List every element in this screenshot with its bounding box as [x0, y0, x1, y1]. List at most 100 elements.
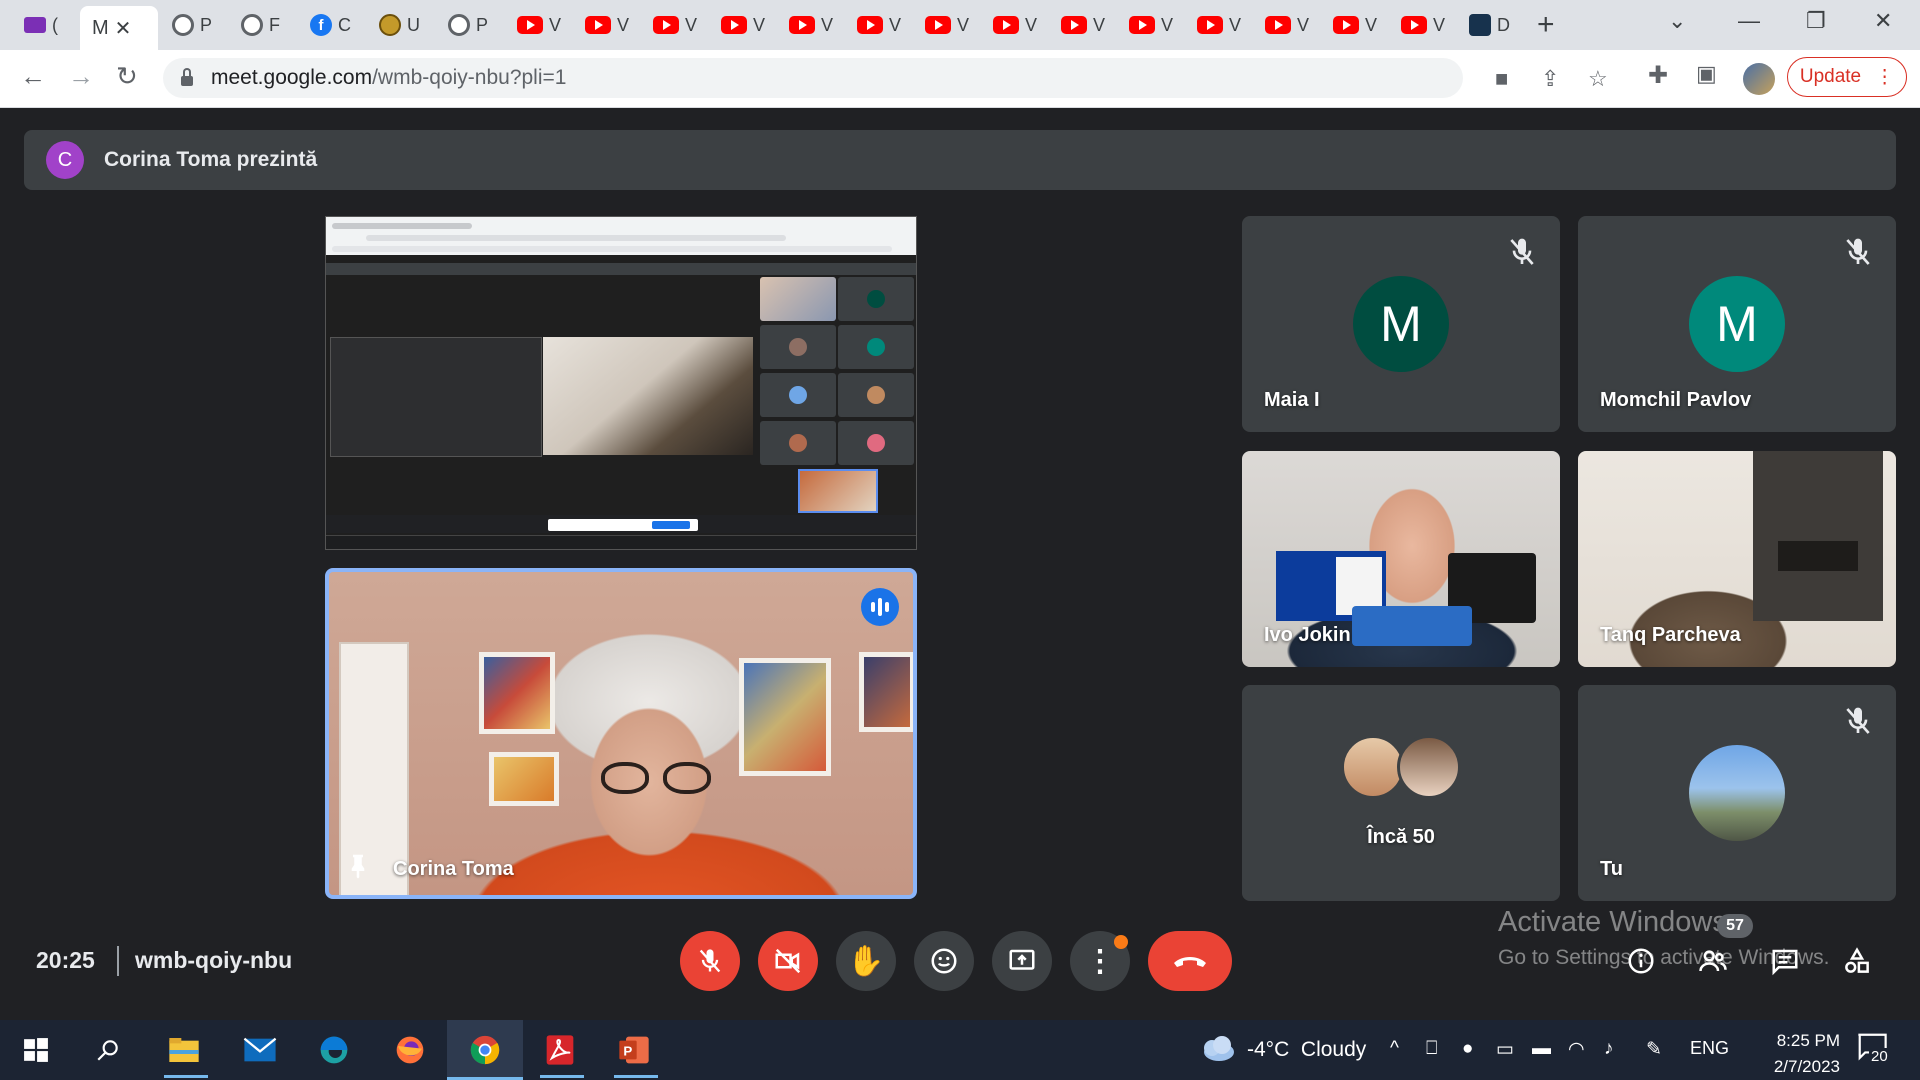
tab-11[interactable]: V — [709, 8, 775, 42]
people-button[interactable] — [1694, 942, 1732, 980]
mail-app-icon[interactable] — [240, 1030, 280, 1070]
seal-icon — [379, 14, 401, 36]
new-tab-button[interactable]: + — [1537, 8, 1555, 42]
minimize-icon[interactable]: — — [1738, 8, 1760, 34]
tab-10[interactable]: V — [641, 8, 707, 42]
background-painting — [479, 652, 555, 734]
windows-start-icon[interactable] — [16, 1030, 56, 1070]
side-panel-icon[interactable]: ▣ — [1696, 61, 1717, 87]
language-indicator[interactable]: ENG — [1690, 1038, 1729, 1059]
pin-icon[interactable] — [343, 851, 373, 881]
acrobat-icon[interactable] — [540, 1030, 580, 1070]
close-icon[interactable]: ✕ — [115, 16, 132, 41]
shared-taskbar — [326, 535, 916, 549]
mic-toggle-button[interactable] — [680, 931, 740, 991]
tab-15[interactable]: V — [981, 8, 1047, 42]
tab-14[interactable]: V — [913, 8, 979, 42]
battery-icon[interactable]: ▬ — [1532, 1038, 1551, 1060]
participant-tile-more[interactable]: Încă 50 — [1242, 685, 1560, 901]
cloud-icon — [1204, 1036, 1234, 1061]
browser-toolbar: ← → ↻ meet.google.com/wmb-qoiy-nbu?pli=1… — [0, 50, 1920, 108]
forward-icon[interactable]: → — [68, 61, 94, 92]
back-icon[interactable]: ← — [20, 61, 46, 92]
tab-6[interactable]: U — [367, 8, 433, 42]
participant-tile-maia[interactable]: M Maia I — [1242, 216, 1560, 432]
tray-chevron-icon[interactable]: ^ — [1390, 1038, 1399, 1060]
lock-icon[interactable] — [181, 68, 193, 86]
globe-icon — [448, 14, 470, 36]
tab-18[interactable]: V — [1185, 8, 1251, 42]
participant-tile-self[interactable]: Tu — [1578, 685, 1896, 901]
search-icon[interactable] — [88, 1030, 128, 1070]
profile-avatar[interactable] — [1743, 63, 1775, 95]
reload-icon[interactable]: ↻ — [116, 61, 138, 92]
participant-tile-momchil[interactable]: M Momchil Pavlov — [1578, 216, 1896, 432]
notification-center[interactable]: 20 — [1855, 1032, 1891, 1068]
tab-8[interactable]: V — [505, 8, 571, 42]
edge-icon[interactable] — [314, 1030, 354, 1070]
tab-3[interactable]: P — [160, 8, 226, 42]
tab-9[interactable]: V — [573, 8, 639, 42]
camera-toggle-button[interactable] — [758, 931, 818, 991]
present-screen-button[interactable] — [992, 931, 1052, 991]
video-camera-detail — [1778, 541, 1858, 571]
raise-hand-button[interactable]: ✋ — [836, 931, 896, 991]
presentation-screen[interactable] — [325, 216, 917, 550]
tab-16[interactable]: V — [1049, 8, 1115, 42]
call-end-icon — [1174, 957, 1206, 967]
tab-meet-active[interactable]: M ✕ — [80, 6, 158, 50]
youtube-icon — [1265, 16, 1291, 34]
mic-off-icon — [1846, 707, 1870, 734]
participant-tile-tanq[interactable]: Tanq Parcheva — [1578, 451, 1896, 667]
update-button[interactable]: Update ⋮ — [1787, 57, 1907, 97]
file-explorer-icon[interactable] — [164, 1030, 204, 1070]
speaker-tile[interactable]: Corina Toma — [325, 568, 917, 899]
tray-mic-icon[interactable]: ● — [1462, 1038, 1473, 1060]
powerpoint-icon[interactable]: P — [614, 1030, 654, 1070]
tab-1[interactable]: ( — [12, 8, 78, 42]
extensions-icon[interactable]: ✚ — [1648, 61, 1668, 90]
tab-22[interactable]: D — [1457, 8, 1523, 42]
tab-13[interactable]: V — [845, 8, 911, 42]
more-options-button[interactable]: ⋮ — [1070, 931, 1130, 991]
chat-button[interactable] — [1766, 942, 1804, 980]
tray-device-icon[interactable]: ⎕ — [1426, 1038, 1437, 1060]
participant-avatar: M — [1689, 276, 1785, 372]
chrome-icon[interactable] — [465, 1030, 505, 1070]
camera-icon[interactable]: ■ — [1495, 66, 1508, 92]
active-underline — [540, 1075, 584, 1078]
participant-avatar — [1397, 735, 1461, 799]
tab-5[interactable]: fC — [298, 8, 364, 42]
bookmark-star-icon[interactable]: ☆ — [1588, 66, 1608, 92]
tab-17[interactable]: V — [1117, 8, 1183, 42]
address-bar[interactable]: meet.google.com/wmb-qoiy-nbu?pli=1 ■ ⇪ ☆ — [163, 58, 1608, 98]
share-icon[interactable]: ⇪ — [1541, 66, 1559, 92]
leave-call-button[interactable] — [1148, 931, 1232, 991]
window-close-icon[interactable]: ✕ — [1874, 8, 1892, 34]
taskbar-clock[interactable]: 8:25 PM 2/7/2023 — [1750, 1028, 1840, 1080]
active-underline — [164, 1075, 208, 1078]
tab-4[interactable]: F — [229, 8, 295, 42]
meeting-details-button[interactable] — [1622, 942, 1660, 980]
background-painting — [489, 752, 559, 806]
pen-icon[interactable]: ✎ — [1646, 1038, 1662, 1061]
reactions-button[interactable] — [914, 931, 974, 991]
meeting-code: wmb-qoiy-nbu — [135, 947, 293, 973]
tab-21[interactable]: V — [1389, 8, 1455, 42]
tab-search-icon[interactable]: ⌄ — [1668, 8, 1686, 34]
volume-icon[interactable]: ♪ — [1604, 1038, 1614, 1060]
chat-icon — [1772, 949, 1798, 976]
firefox-icon[interactable] — [390, 1030, 430, 1070]
activities-button[interactable] — [1838, 942, 1876, 980]
tab-7[interactable]: P — [436, 8, 502, 42]
youtube-icon — [1129, 16, 1155, 34]
shared-nested-screen — [330, 337, 542, 457]
tab-20[interactable]: V — [1321, 8, 1387, 42]
tray-screen-icon[interactable]: ▭ — [1496, 1038, 1514, 1061]
restore-icon[interactable]: ❐ — [1806, 8, 1826, 34]
tab-19[interactable]: V — [1253, 8, 1319, 42]
tab-12[interactable]: V — [777, 8, 843, 42]
weather-widget[interactable]: -4°C Cloudy — [1247, 1038, 1366, 1062]
participant-tile-ivo[interactable]: Ivo Jokin — [1242, 451, 1560, 667]
wifi-icon[interactable]: ◠ — [1568, 1038, 1585, 1061]
